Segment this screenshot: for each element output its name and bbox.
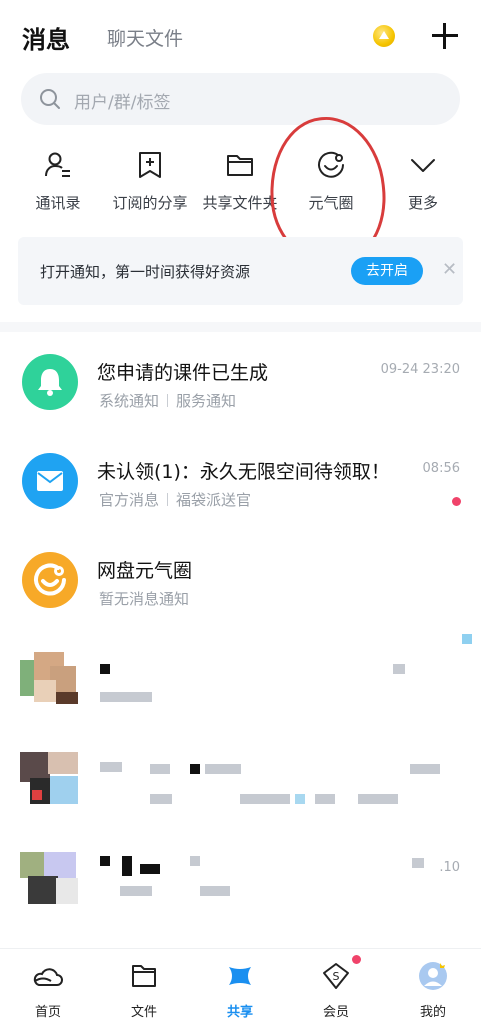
avatar [20, 652, 80, 706]
contacts-icon [45, 152, 70, 177]
chevron-down-icon [411, 159, 435, 172]
message-subtitle: 系统通知 服务通知 [99, 390, 236, 411]
quick-contacts[interactable]: 通讯录 [8, 146, 108, 213]
search-bar[interactable]: 用户/群/标签 [21, 73, 460, 125]
cloud-home-icon [33, 968, 63, 986]
tab-vip-label: 会员 [322, 1005, 349, 1020]
message-row-official[interactable]: 未认领(1)：永久无限空间待领取！ 官方消息 福袋派送官 08:56 [0, 453, 481, 551]
message-source: 暂无消息通知 [99, 590, 190, 608]
bottom-tab-bar: 首页 文件 共享 S 会员 我的 [0, 948, 481, 1024]
quick-more-label: 更多 [407, 194, 438, 212]
tab-me-label: 我的 [419, 1005, 446, 1020]
gold-coin-icon[interactable] [373, 25, 395, 47]
top-header: 消息 聊天文件 [0, 0, 481, 72]
message-time: .10 [439, 860, 460, 875]
tab-home-label: 首页 [34, 1005, 61, 1020]
tab-files-nav[interactable]: 文件 [96, 957, 192, 1020]
avatar [22, 552, 78, 608]
avatar [20, 852, 80, 906]
svg-text:S: S [333, 970, 340, 983]
separator [167, 493, 169, 506]
message-row-blurred[interactable] [0, 634, 481, 750]
message-row-blurred[interactable]: .10 [0, 852, 481, 950]
separator [167, 394, 169, 407]
enable-notification-button[interactable]: 去开启 [351, 257, 423, 285]
tab-vip[interactable]: S 会员 [288, 957, 384, 1020]
folder-icon [132, 965, 156, 987]
smile-circle-icon [34, 563, 66, 596]
tab-share-label: 共享 [226, 1005, 253, 1020]
quick-more[interactable]: 更多 [373, 146, 473, 213]
tab-me[interactable]: 我的 [385, 957, 481, 1020]
avatar [20, 752, 80, 806]
message-time: 08:56 [422, 461, 460, 476]
message-category: 服务通知 [176, 392, 237, 410]
message-subtitle: 暂无消息通知 [99, 588, 189, 609]
search-placeholder: 用户/群/标签 [74, 93, 171, 113]
search-icon [40, 89, 60, 109]
vip-diamond-icon: S [323, 963, 349, 989]
plus-icon[interactable] [431, 22, 459, 50]
quick-subscribed-shares[interactable]: 订阅的分享 [100, 146, 200, 213]
message-row-system[interactable]: 您申请的课件已生成 系统通知 服务通知 09-24 23:20 [0, 354, 481, 452]
share-x-icon [229, 967, 251, 985]
avatar [22, 354, 78, 410]
bell-icon [38, 369, 62, 396]
message-source: 官方消息 [99, 491, 160, 509]
message-subtitle: 官方消息 福袋派送官 [99, 489, 251, 510]
avatar [22, 453, 78, 509]
folder-icon [227, 155, 253, 176]
message-title: 您申请的课件已生成 [97, 362, 269, 384]
tab-files-label: 文件 [130, 1005, 157, 1020]
quick-contacts-label: 通讯录 [35, 194, 81, 212]
tab-share[interactable]: 共享 [192, 957, 288, 1020]
bookmark-plus-icon [139, 152, 161, 178]
vip-badge-dot [352, 955, 361, 964]
quick-actions: 通讯录 订阅的分享 共享文件夹 元气圈 更多 [0, 146, 481, 216]
message-title: 网盘元气圈 [97, 560, 193, 582]
quick-subscribed-shares-label: 订阅的分享 [112, 194, 188, 212]
section-divider [0, 322, 481, 332]
notice-text: 打开通知，第一时间获得好资源 [40, 263, 251, 281]
tab-chat-files[interactable]: 聊天文件 [107, 24, 183, 51]
envelope-icon [37, 471, 63, 491]
tab-messages[interactable]: 消息 [22, 20, 70, 55]
unread-dot [452, 497, 461, 506]
message-row-vitality[interactable]: 网盘元气圈 暂无消息通知 [0, 552, 481, 650]
profile-avatar-icon [419, 962, 447, 990]
message-time: 09-24 23:20 [380, 362, 460, 377]
notification-banner: 打开通知，第一时间获得好资源 去开启 ✕ [18, 237, 463, 305]
message-source: 系统通知 [99, 392, 160, 410]
message-row-blurred[interactable] [0, 752, 481, 850]
tab-home[interactable]: 首页 [0, 957, 96, 1020]
close-icon[interactable]: ✕ [442, 259, 457, 280]
message-category: 福袋派送官 [176, 491, 252, 509]
message-title: 未认领(1)：永久无限空间待领取！ [97, 461, 390, 483]
